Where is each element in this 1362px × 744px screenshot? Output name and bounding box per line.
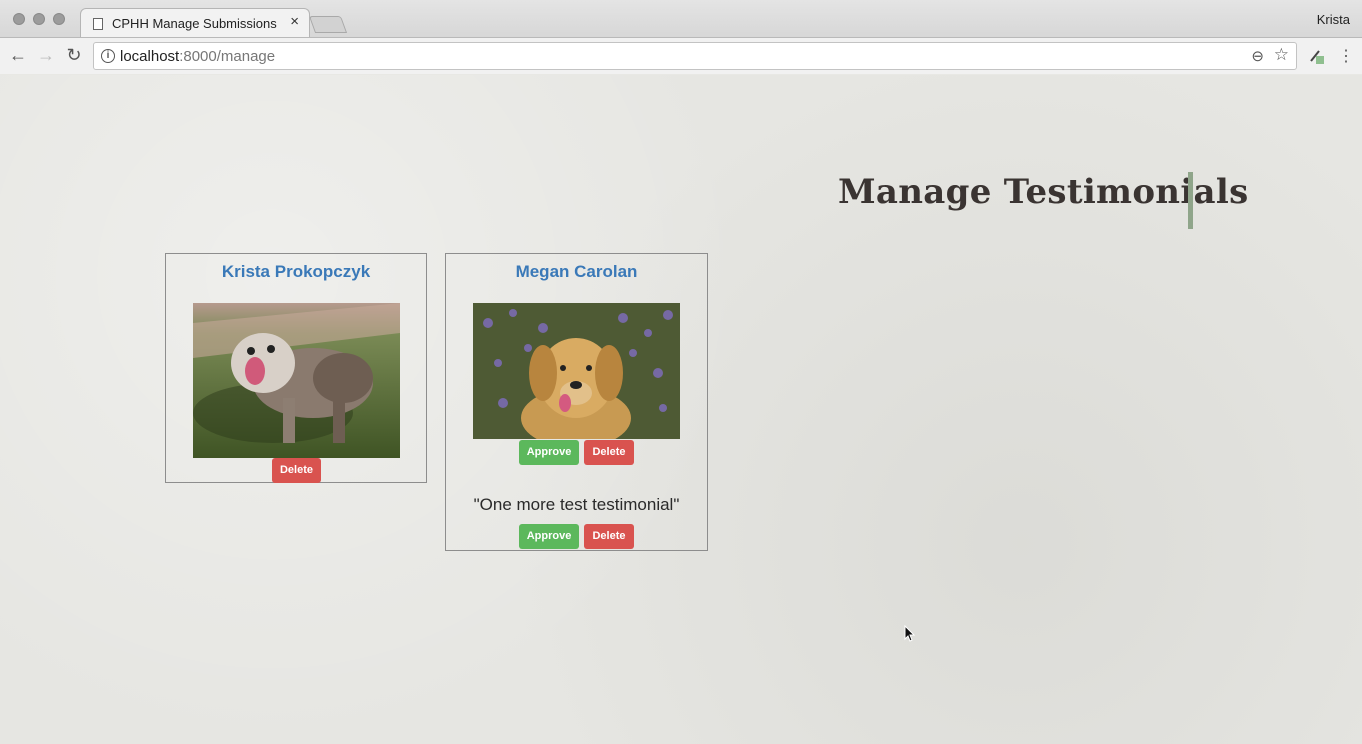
delete-button[interactable]: Delete [584, 524, 634, 549]
url-path: :8000/manage [179, 48, 276, 65]
bulldog-photo [193, 303, 400, 458]
address-bar[interactable]: i localhost:8000/manage ⊖ ☆ [93, 42, 1297, 70]
toolbar: ← → ↻ i localhost:8000/manage ⊖ ☆ ⋮ [0, 37, 1362, 74]
document-icon [93, 18, 103, 30]
reload-icon[interactable]: ↻ [64, 44, 84, 66]
info-icon[interactable]: i [101, 49, 115, 63]
forward-icon[interactable]: → [36, 44, 56, 66]
page-content: Manage Testimonials Krista Prokopczyk De… [0, 75, 1362, 744]
zoom-icon[interactable]: ⊖ [1251, 47, 1264, 65]
bookmark-star-icon[interactable]: ☆ [1274, 45, 1289, 65]
close-window-button[interactable] [13, 13, 25, 25]
back-icon[interactable]: ← [8, 44, 28, 66]
new-tab-button[interactable] [308, 16, 348, 33]
delete-button[interactable]: Delete [584, 440, 634, 465]
minimize-window-button[interactable] [33, 13, 45, 25]
mouse-cursor-icon [904, 625, 916, 642]
testimonial-card: Megan Carolan Approve Delete "One more t… [445, 253, 708, 551]
page-title: Manage Testimonials [838, 172, 1249, 212]
testimonial-text: "One more test testimonial" [473, 495, 680, 514]
tab-title: CPHH Manage Submissions [112, 16, 277, 31]
heading-wrap: Manage Testimonials [838, 172, 1249, 212]
menu-icon[interactable]: ⋮ [1338, 46, 1354, 66]
approve-button[interactable]: Approve [519, 524, 579, 549]
delete-button[interactable]: Delete [272, 458, 321, 483]
url-text: localhost:8000/manage [120, 48, 275, 65]
tab-strip: CPHH Manage Submissions × Krista [0, 0, 1362, 38]
maximize-window-button[interactable] [53, 13, 65, 25]
heading-accent-bar [1188, 172, 1193, 229]
url-host: localhost [120, 48, 180, 65]
browser-chrome: CPHH Manage Submissions × Krista ← → ↻ i… [0, 0, 1362, 74]
submitter-name: Megan Carolan [515, 262, 638, 281]
approve-button[interactable]: Approve [519, 440, 579, 465]
tab-active[interactable]: CPHH Manage Submissions × [80, 8, 310, 38]
close-tab-icon[interactable]: × [290, 13, 299, 30]
testimonial-card: Krista Prokopczyk Delete [165, 253, 427, 483]
extension-icon[interactable] [1310, 48, 1324, 64]
golden-retriever-photo [473, 303, 680, 439]
submitter-name: Krista Prokopczyk [221, 262, 371, 281]
profile-name[interactable]: Krista [1317, 12, 1350, 27]
